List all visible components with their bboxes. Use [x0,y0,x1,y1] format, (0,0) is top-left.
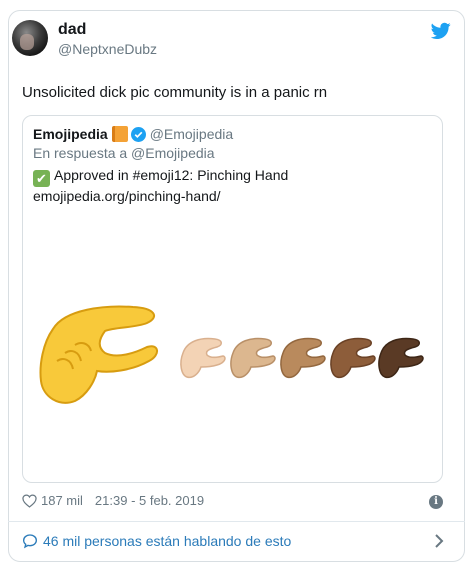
twitter-bird-icon[interactable] [431,22,451,40]
reply-to-label: En respuesta a @Emojipedia [33,145,215,161]
tweet-footer: 187 mil 21:39 - 5 feb. 2019 [22,493,204,508]
tweet-text: Unsolicited dick pic community is in a p… [22,84,328,101]
pinching-hand-medium-emoji [280,337,326,379]
footer-divider [8,521,465,522]
pinching-hand-light-emoji [180,337,226,379]
info-icon[interactable]: i [429,495,443,509]
author-handle[interactable]: @NeptxneDubz [58,41,157,57]
author-name[interactable]: dad [58,21,86,39]
pinching-hand-medium-light-emoji [230,337,276,379]
conversation-label[interactable]: 46 mil personas están hablando de esto [43,533,291,549]
conversation-link[interactable]: 46 mil personas están hablando de esto [22,533,291,549]
orange-book-icon [111,126,128,142]
pinching-hand-medium-dark-emoji [330,337,376,379]
pinching-hand-yellow-emoji [39,305,158,404]
pinching-hand-image [39,305,424,404]
avatar[interactable] [12,20,48,56]
check-mark-button-icon: ✔ [33,170,50,187]
tweet-timestamp[interactable]: 21:39 - 5 feb. 2019 [95,493,204,508]
heart-icon[interactable] [22,494,37,508]
pinching-hand-dark-emoji [378,337,424,379]
verified-badge-icon [130,127,146,142]
quoted-header: Emojipedia @Emojipedia [33,126,233,142]
quoted-tweet[interactable]: Emojipedia @Emojipedia En respuesta a @Em… [22,115,443,483]
quoted-author-handle[interactable]: @Emojipedia [150,126,233,142]
tweet-header: dad @NeptxneDubz [12,20,451,66]
speech-bubble-icon [22,534,38,549]
quoted-link[interactable]: emojipedia.org/pinching-hand/ [33,187,288,206]
quoted-author-name[interactable]: Emojipedia [33,126,108,142]
like-count[interactable]: 187 mil [41,493,83,508]
quoted-line-1: Approved in #emoji12: Pinching Hand [54,167,289,183]
chevron-right-icon[interactable] [433,533,445,549]
quoted-text: ✔ Approved in #emoji12: Pinching Hand emo… [33,166,288,206]
